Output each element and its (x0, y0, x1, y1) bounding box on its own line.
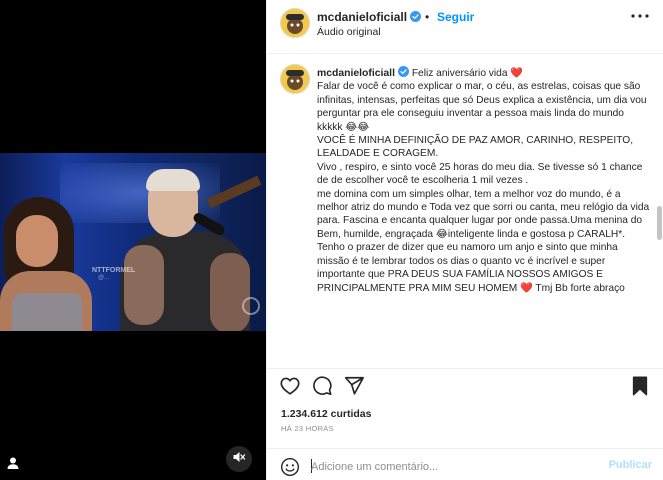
mute-button[interactable] (226, 446, 252, 472)
caption-avatar[interactable] (280, 64, 310, 94)
caption-username[interactable]: mcdanieloficiall (317, 66, 409, 79)
scrollbar-thumb[interactable] (657, 206, 662, 240)
video-player[interactable]: NTTFORMEL @... (0, 153, 266, 331)
bookmark-icon[interactable] (629, 375, 651, 397)
post-details-panel: mcdanieloficiall • Seguir Áudio original (266, 0, 663, 480)
caption-text: mcdanieloficiall Feliz aniversário vida … (317, 66, 652, 295)
user-tag-icon[interactable] (6, 456, 20, 470)
broadcast-logo (242, 297, 260, 315)
woman-face (16, 215, 58, 267)
caption-first-line: Feliz aniversário vida (411, 68, 508, 79)
follow-button[interactable]: Seguir (437, 10, 474, 24)
heart-icon[interactable] (279, 375, 301, 397)
singer-hair (146, 169, 200, 191)
singer-arm-right (210, 253, 250, 331)
audio-label[interactable]: Áudio original (317, 26, 381, 38)
verified-badge-icon (397, 66, 409, 77)
comment-input[interactable] (311, 459, 601, 475)
heart-emoji-end: ❤️ (520, 282, 533, 294)
post-media[interactable]: NTTFORMEL @... (0, 0, 266, 480)
heart-emoji: ❤️ (510, 68, 524, 79)
muted-speaker-icon (232, 450, 246, 469)
header-username-text[interactable]: mcdanieloficiall (317, 10, 407, 24)
post-caption: mcdanieloficiall Feliz aniversário vida … (267, 54, 663, 362)
caption-ending: Tmj Bb forte abraço (535, 282, 625, 294)
avatar[interactable] (280, 8, 310, 38)
more-options-icon[interactable] (630, 11, 650, 21)
comment-bar: Publicar (267, 448, 663, 480)
video-watermark-sub: @... (98, 275, 110, 281)
woman-dress (12, 293, 82, 331)
share-icon[interactable] (343, 375, 365, 397)
video-watermark: NTTFORMEL (92, 267, 136, 274)
comment-icon[interactable] (311, 375, 333, 397)
publish-button[interactable]: Publicar (609, 459, 652, 471)
singer-arm-left (124, 245, 164, 325)
header-username[interactable]: mcdanieloficiall (317, 10, 422, 24)
verified-badge-icon (410, 11, 422, 22)
likes-count[interactable]: 1.234.612 curtidas (281, 408, 371, 420)
caption-body: Falar de você é como explicar o mar, o c… (317, 81, 650, 294)
post-timestamp[interactable]: HÁ 23 HORAS (281, 424, 334, 433)
caption-username-text[interactable]: mcdanieloficiall (317, 68, 395, 79)
instagram-post-view: NTTFORMEL @... mcdanieloficiall • Seguir… (0, 0, 663, 480)
separator-dot: • (425, 10, 430, 24)
emoji-icon[interactable] (280, 457, 300, 477)
action-bar (267, 368, 663, 400)
post-header: mcdanieloficiall • Seguir Áudio original (267, 0, 663, 54)
